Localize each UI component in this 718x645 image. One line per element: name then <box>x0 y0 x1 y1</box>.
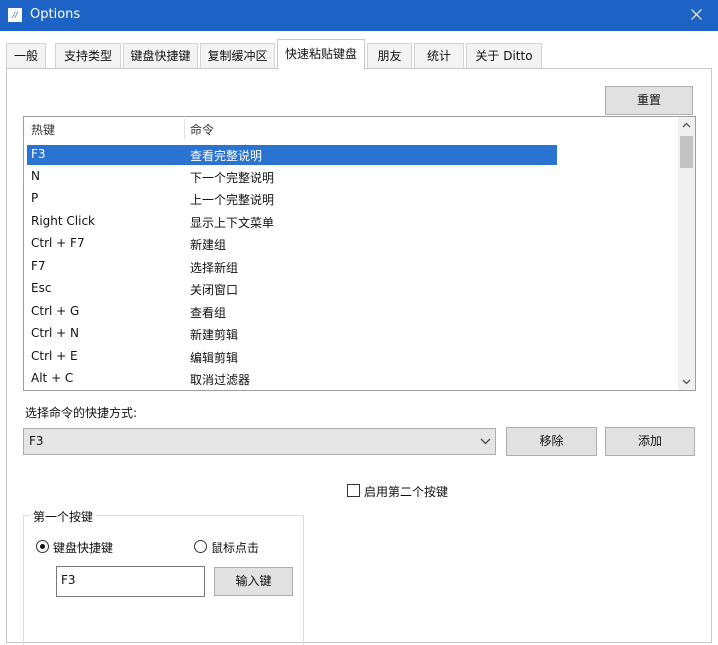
key-input[interactable]: F3 <box>56 566 205 597</box>
mouse-click-radio-label[interactable]: 鼠标点击 <box>211 539 259 556</box>
scrollbar-thumb[interactable] <box>680 136 693 168</box>
keyboard-shortcut-radio-label[interactable]: 键盘快捷键 <box>53 539 113 556</box>
tab-about-ditto[interactable]: 关于 Ditto <box>466 43 542 69</box>
first-key-group-title: 第一个按键 <box>30 508 97 525</box>
list-item[interactable]: F7 选择新组 <box>27 257 557 277</box>
mouse-click-radio[interactable] <box>194 540 207 553</box>
tab-stats[interactable]: 统计 <box>414 43 464 69</box>
column-divider[interactable] <box>184 119 185 139</box>
tab-strip: 一般 支持类型 键盘快捷键 复制缓冲区 快速粘贴键盘 朋友 统计 关于 Ditt… <box>0 39 718 70</box>
chevron-down-icon <box>480 438 491 445</box>
chevron-down-icon <box>682 379 691 385</box>
list-item[interactable]: Alt + C 取消过滤器 <box>27 369 557 389</box>
enable-second-key-label[interactable]: 启用第二个按键 <box>364 483 448 500</box>
list-item[interactable]: Ctrl + F7 新建组 <box>27 234 557 254</box>
list-item[interactable]: Ctrl + N 新建剪辑 <box>27 324 557 344</box>
tab-keyboard-shortcuts[interactable]: 键盘快捷键 <box>123 43 198 69</box>
list-scrollbar[interactable] <box>678 117 695 390</box>
enable-second-key-checkbox[interactable] <box>347 484 360 497</box>
shortcut-combo-value: F3 <box>29 434 44 448</box>
tab-copy-buffers[interactable]: 复制缓冲区 <box>200 43 275 69</box>
shortcut-list[interactable]: 热键 命令 F3 查看完整说明 N 下一个完整说明 P 上一个完整说明 Righ… <box>23 116 696 391</box>
list-item[interactable]: Esc 关闭窗口 <box>27 279 557 299</box>
tab-supported-types[interactable]: 支持类型 <box>55 43 121 69</box>
radio-selected-dot <box>40 544 45 549</box>
chevron-up-icon <box>682 122 691 128</box>
column-header-command[interactable]: 命令 <box>190 121 214 138</box>
close-button[interactable] <box>674 0 718 31</box>
window-title: Options <box>30 7 81 22</box>
keyboard-shortcut-radio[interactable] <box>36 540 49 553</box>
list-item[interactable]: P 上一个完整说明 <box>27 189 557 209</box>
add-button[interactable]: 添加 <box>605 427 695 456</box>
enter-key-button[interactable]: 输入键 <box>214 567 293 596</box>
scroll-down-button[interactable] <box>678 373 695 390</box>
tab-friends[interactable]: 朋友 <box>367 43 412 69</box>
column-header-hotkey[interactable]: 热键 <box>31 121 55 138</box>
scroll-up-button[interactable] <box>678 117 695 134</box>
tab-general[interactable]: 一般 <box>6 43 46 69</box>
shortcut-combo[interactable]: F3 <box>23 428 496 455</box>
tab-quick-paste-keyboard[interactable]: 快速粘贴键盘 <box>277 39 365 70</box>
list-item[interactable]: F3 查看完整说明 <box>27 145 557 165</box>
ditto-app-icon: // <box>8 8 22 22</box>
close-icon <box>691 9 702 20</box>
list-item[interactable]: Right Click 显示上下文菜单 <box>27 212 557 232</box>
list-item[interactable]: Ctrl + E 编辑剪辑 <box>27 347 557 367</box>
reset-button[interactable]: 重置 <box>605 86 693 115</box>
remove-button[interactable]: 移除 <box>506 427 597 456</box>
list-item[interactable]: N 下一个完整说明 <box>27 167 557 187</box>
select-shortcut-label: 选择命令的快捷方式: <box>25 406 138 420</box>
title-bar: // Options <box>0 0 718 31</box>
list-header: 热键 命令 <box>24 117 679 141</box>
list-item[interactable]: Ctrl + G 查看组 <box>27 302 557 322</box>
